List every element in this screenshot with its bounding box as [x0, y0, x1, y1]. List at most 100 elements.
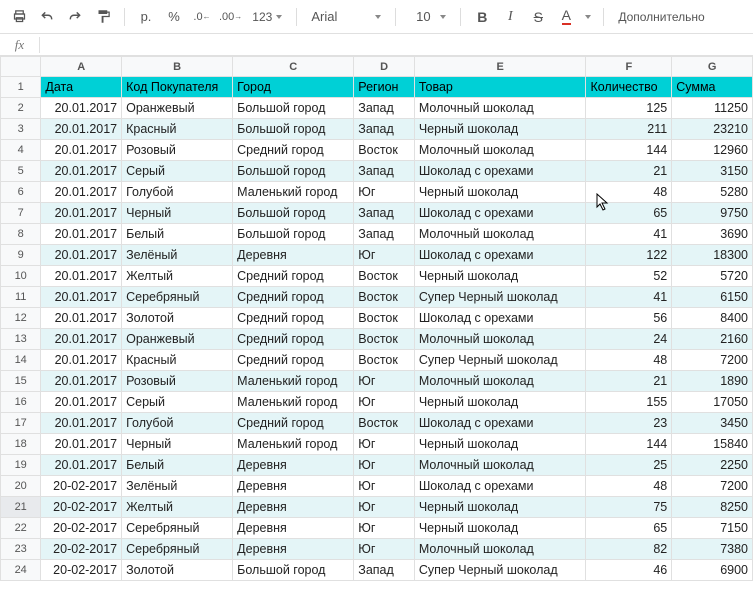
cell[interactable]: Голубой — [122, 182, 233, 203]
cell[interactable]: 20.01.2017 — [41, 434, 122, 455]
cell[interactable]: Серый — [122, 161, 233, 182]
cell[interactable]: Большой город — [233, 224, 354, 245]
cell[interactable]: 20-02-2017 — [41, 539, 122, 560]
cell[interactable]: Шоколад с орехами — [414, 308, 586, 329]
cell[interactable]: 8400 — [672, 308, 753, 329]
cell[interactable]: 24 — [586, 329, 672, 350]
cell[interactable]: 8250 — [672, 497, 753, 518]
cell[interactable]: Средний город — [233, 266, 354, 287]
cell[interactable]: Юг — [354, 434, 415, 455]
cell[interactable]: Супер Черный шоколад — [414, 560, 586, 581]
cell[interactable]: 21 — [586, 371, 672, 392]
cell[interactable]: Молочный шоколад — [414, 329, 586, 350]
cell[interactable]: 7150 — [672, 518, 753, 539]
cell[interactable]: Розовый — [122, 140, 233, 161]
cell[interactable]: 41 — [586, 224, 672, 245]
cell[interactable]: 15840 — [672, 434, 753, 455]
row-header-16[interactable]: 16 — [1, 392, 41, 413]
text-color-dropdown[interactable] — [583, 6, 593, 28]
cell[interactable]: Запад — [354, 560, 415, 581]
cell[interactable]: Деревня — [233, 497, 354, 518]
percent-button[interactable]: % — [163, 6, 185, 28]
cell[interactable]: 48 — [586, 350, 672, 371]
print-button[interactable] — [8, 6, 30, 28]
bold-button[interactable]: B — [471, 6, 493, 28]
cell[interactable]: 20.01.2017 — [41, 182, 122, 203]
row-header-5[interactable]: 5 — [1, 161, 41, 182]
cell[interactable]: 20.01.2017 — [41, 287, 122, 308]
row-header-24[interactable]: 24 — [1, 560, 41, 581]
cell[interactable]: 12960 — [672, 140, 753, 161]
cell[interactable]: Средний город — [233, 350, 354, 371]
cell[interactable]: Черный шоколад — [414, 497, 586, 518]
row-header-22[interactable]: 22 — [1, 518, 41, 539]
cell[interactable]: 20.01.2017 — [41, 350, 122, 371]
header-cell[interactable]: Количество — [586, 77, 672, 98]
text-color-button[interactable]: A — [555, 6, 577, 28]
column-header-G[interactable]: G — [672, 57, 753, 77]
cell[interactable]: 9750 — [672, 203, 753, 224]
cell[interactable]: Маленький город — [233, 434, 354, 455]
cell[interactable]: Юг — [354, 182, 415, 203]
row-header-13[interactable]: 13 — [1, 329, 41, 350]
header-cell[interactable]: Товар — [414, 77, 586, 98]
row-header-2[interactable]: 2 — [1, 98, 41, 119]
cell[interactable]: Юг — [354, 476, 415, 497]
cell[interactable]: Черный — [122, 434, 233, 455]
row-header-14[interactable]: 14 — [1, 350, 41, 371]
cell[interactable]: Деревня — [233, 245, 354, 266]
cell[interactable]: Черный шоколад — [414, 266, 586, 287]
cell[interactable]: Шоколад с орехами — [414, 413, 586, 434]
cell[interactable]: Молочный шоколад — [414, 140, 586, 161]
cell[interactable]: Черный шоколад — [414, 119, 586, 140]
cell[interactable]: Черный шоколад — [414, 434, 586, 455]
cell[interactable]: 20.01.2017 — [41, 245, 122, 266]
cell[interactable]: 1890 — [672, 371, 753, 392]
cell[interactable]: Маленький город — [233, 392, 354, 413]
redo-button[interactable] — [64, 6, 86, 28]
row-header-18[interactable]: 18 — [1, 434, 41, 455]
header-cell[interactable]: Регион — [354, 77, 415, 98]
cell[interactable]: 20.01.2017 — [41, 455, 122, 476]
cell[interactable]: Черный — [122, 203, 233, 224]
cell[interactable]: Золотой — [122, 560, 233, 581]
cell[interactable]: 125 — [586, 98, 672, 119]
cell[interactable]: Черный шоколад — [414, 518, 586, 539]
cell[interactable]: Юг — [354, 392, 415, 413]
cell[interactable]: 20.01.2017 — [41, 308, 122, 329]
cell[interactable]: Деревня — [233, 476, 354, 497]
cell[interactable]: Восток — [354, 350, 415, 371]
header-cell[interactable]: Город — [233, 77, 354, 98]
cell[interactable]: Большой город — [233, 560, 354, 581]
cell[interactable]: 6900 — [672, 560, 753, 581]
cell[interactable]: 3690 — [672, 224, 753, 245]
cell[interactable]: Молочный шоколад — [414, 539, 586, 560]
cell[interactable]: Белый — [122, 455, 233, 476]
cell[interactable]: Запад — [354, 119, 415, 140]
cell[interactable]: Восток — [354, 308, 415, 329]
header-cell[interactable]: Код Покупателя — [122, 77, 233, 98]
cell[interactable]: 23210 — [672, 119, 753, 140]
cell[interactable]: Черный шоколад — [414, 392, 586, 413]
cell[interactable]: 144 — [586, 140, 672, 161]
cell[interactable]: Супер Черный шоколад — [414, 287, 586, 308]
cell[interactable]: 65 — [586, 518, 672, 539]
cell[interactable]: 20.01.2017 — [41, 119, 122, 140]
cell[interactable]: Деревня — [233, 539, 354, 560]
row-header-4[interactable]: 4 — [1, 140, 41, 161]
cell[interactable]: 7200 — [672, 476, 753, 497]
cell[interactable]: Восток — [354, 329, 415, 350]
cell[interactable]: Маленький город — [233, 182, 354, 203]
cell[interactable]: Серебряный — [122, 518, 233, 539]
row-header-11[interactable]: 11 — [1, 287, 41, 308]
cell[interactable]: Супер Черный шоколад — [414, 350, 586, 371]
column-header-A[interactable]: A — [41, 57, 122, 77]
cell[interactable]: Зелёный — [122, 245, 233, 266]
cell[interactable]: 20.01.2017 — [41, 266, 122, 287]
cell[interactable]: 2160 — [672, 329, 753, 350]
cell[interactable]: 20.01.2017 — [41, 392, 122, 413]
row-header-3[interactable]: 3 — [1, 119, 41, 140]
cell[interactable]: 122 — [586, 245, 672, 266]
cell[interactable]: Молочный шоколад — [414, 224, 586, 245]
cell[interactable]: Зелёный — [122, 476, 233, 497]
